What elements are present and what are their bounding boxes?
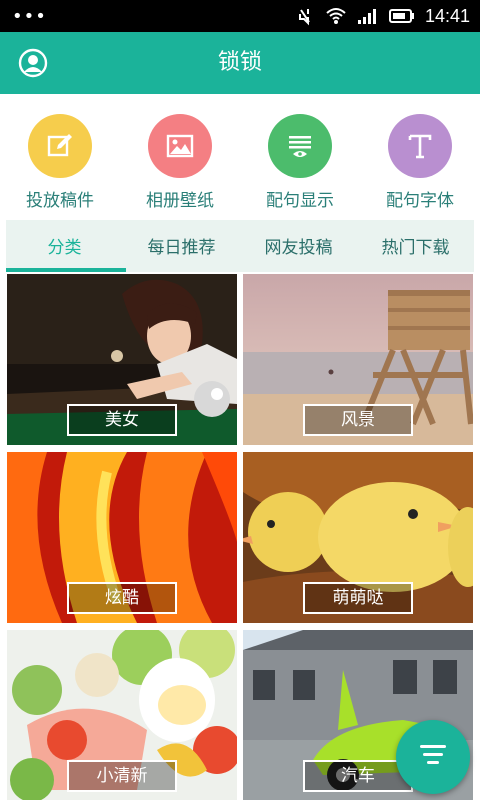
quick-action-wallpaper[interactable]: 相册壁纸 — [120, 114, 240, 211]
quick-action-label: 投放稿件 — [26, 191, 94, 211]
status-icons: 14:41 — [295, 0, 470, 32]
category-label: 美女 — [67, 404, 177, 436]
notification-dots: ••• — [12, 6, 47, 27]
quick-action-display[interactable]: 配句显示 — [240, 114, 360, 211]
tab-category[interactable]: 分类 — [6, 220, 123, 272]
user-circle-icon[interactable] — [18, 48, 48, 78]
category-tile-cool[interactable]: 炫酷 — [7, 452, 237, 623]
category-label: 炫酷 — [67, 582, 177, 614]
category-label: 小清新 — [67, 760, 177, 792]
mute-icon — [295, 6, 315, 26]
image-icon — [148, 114, 212, 178]
list-eye-icon — [268, 114, 332, 178]
category-tile-scenery[interactable]: 风景 — [243, 274, 473, 445]
edit-icon — [28, 114, 92, 178]
tab-hot-downloads[interactable]: 热门下载 — [357, 220, 474, 272]
signal-icon — [357, 7, 379, 25]
app-screen: ••• 14:41 锁锁 投放稿件 相册壁纸 配句显示 配句字体 分类 每日推荐… — [0, 0, 480, 800]
category-label: 萌萌哒 — [303, 582, 413, 614]
quick-action-submit[interactable]: 投放稿件 — [0, 114, 120, 211]
category-tile-fresh[interactable]: 小清新 — [7, 630, 237, 800]
tab-bar: 分类 每日推荐 网友投稿 热门下载 — [6, 220, 474, 272]
menu-lines-icon — [418, 743, 448, 771]
tab-user-submissions[interactable]: 网友投稿 — [240, 220, 357, 272]
quick-action-label: 配句字体 — [386, 191, 454, 211]
category-tile-cute[interactable]: 萌萌哒 — [243, 452, 473, 623]
app-header: 锁锁 — [0, 32, 480, 94]
category-label: 风景 — [303, 404, 413, 436]
tab-indicator — [6, 268, 126, 272]
battery-icon — [388, 8, 415, 24]
quick-action-label: 相册壁纸 — [146, 191, 214, 211]
menu-fab[interactable] — [396, 720, 470, 794]
category-tile-beauty[interactable]: 美女 — [7, 274, 237, 445]
wifi-icon — [325, 7, 347, 25]
status-time: 14:41 — [424, 5, 470, 26]
quick-action-label: 配句显示 — [266, 191, 334, 211]
page-title: 锁锁 — [217, 50, 262, 75]
category-grid: 美女 风景 炫酷 萌萌哒 小清新 汽车 — [0, 274, 480, 800]
status-bar: ••• 14:41 — [0, 0, 480, 32]
quick-action-font[interactable]: 配句字体 — [360, 114, 480, 211]
font-t-icon — [388, 114, 452, 178]
tab-daily-picks[interactable]: 每日推荐 — [123, 220, 240, 272]
quick-actions: 投放稿件 相册壁纸 配句显示 配句字体 — [0, 94, 480, 218]
